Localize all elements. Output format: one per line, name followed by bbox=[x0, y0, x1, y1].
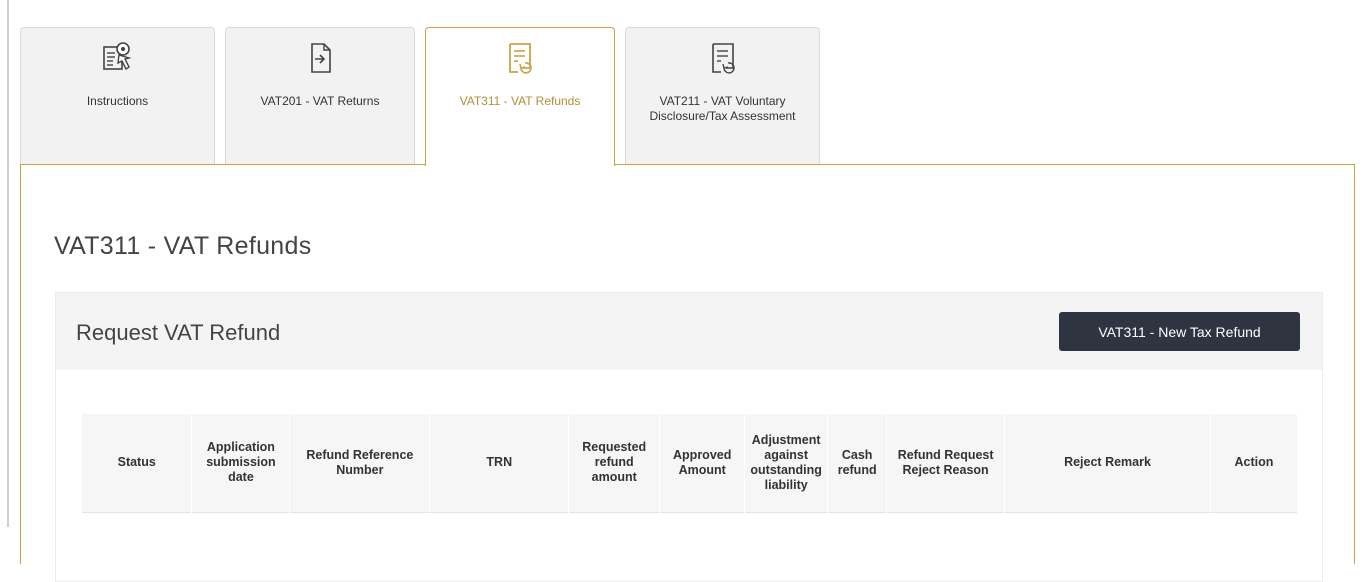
col-reject-reason[interactable]: Refund Request Reject Reason bbox=[886, 414, 1006, 512]
tab-vat311[interactable]: VAT311 - VAT Refunds bbox=[425, 27, 615, 166]
page-title: VAT311 - VAT Refunds bbox=[54, 232, 312, 260]
col-trn[interactable]: TRN bbox=[429, 414, 570, 512]
left-border bbox=[7, 0, 9, 527]
section-title: Request VAT Refund bbox=[76, 320, 281, 345]
tab-instructions[interactable]: Instructions bbox=[20, 27, 215, 164]
col-cash-refund[interactable]: Cash refund bbox=[827, 414, 888, 512]
col-approved-amount[interactable]: Approved Amount bbox=[659, 414, 746, 512]
tab-label: VAT201 - VAT Returns bbox=[260, 94, 380, 108]
col-submission-date[interactable]: Application submission date bbox=[191, 414, 291, 512]
document-search-icon bbox=[102, 42, 132, 71]
tab-label: VAT211 - VAT Voluntary Disclosure/Tax As… bbox=[649, 94, 796, 123]
document-refund-icon bbox=[711, 43, 735, 74]
tab-vat211[interactable]: VAT211 - VAT Voluntary Disclosure/Tax As… bbox=[625, 27, 820, 164]
content-panel: VAT311 - VAT Refunds Request VAT Refund … bbox=[20, 164, 1355, 582]
col-status[interactable]: Status bbox=[82, 414, 193, 512]
document-refund-icon bbox=[509, 43, 532, 74]
section-header: Request VAT Refund VAT311 - New Tax Refu… bbox=[56, 293, 1322, 370]
refunds-table: Status Application submission date Refun… bbox=[82, 414, 1299, 532]
empty-row bbox=[82, 511, 1298, 532]
tab-label: Instructions bbox=[86, 94, 149, 108]
col-reference-number[interactable]: Refund Reference Number bbox=[289, 414, 431, 512]
app-frame: Instructions VAT201 - VAT Returns VAT311… bbox=[0, 0, 1367, 582]
new-tax-refund-button[interactable]: VAT311 - New Tax Refund bbox=[1059, 312, 1300, 351]
tab-vat201[interactable]: VAT201 - VAT Returns bbox=[225, 27, 415, 164]
document-return-icon bbox=[311, 43, 331, 73]
col-adjustment[interactable]: Adjustment against outstanding liability bbox=[744, 414, 829, 512]
col-requested-amount[interactable]: Requested refund amount bbox=[568, 414, 661, 512]
col-action[interactable]: Action bbox=[1210, 414, 1299, 512]
col-reject-remark[interactable]: Reject Remark bbox=[1004, 414, 1211, 512]
table-row bbox=[82, 511, 1298, 532]
tab-label: VAT311 - VAT Refunds bbox=[459, 94, 581, 108]
table-header-row: Status Application submission date Refun… bbox=[82, 414, 1299, 512]
request-refund-section: Request VAT Refund VAT311 - New Tax Refu… bbox=[55, 292, 1323, 582]
tab-bar: Instructions VAT201 - VAT Returns VAT311… bbox=[20, 27, 820, 166]
